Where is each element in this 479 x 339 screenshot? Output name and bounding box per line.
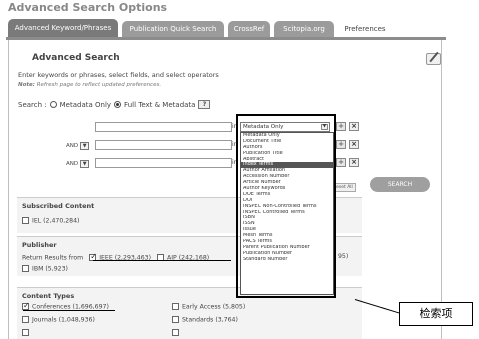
- ibm-label: IBM (5,923): [32, 265, 68, 273]
- content-type-option-3[interactable]: [22, 329, 32, 337]
- tab-advanced-keyword[interactable]: Advanced Keyword/Phrases: [8, 19, 118, 38]
- content-types-title: Content Types: [22, 292, 75, 300]
- search-term-input-3[interactable]: [95, 158, 232, 168]
- content-type-option-6[interactable]: [172, 329, 182, 337]
- remove-row-button-3[interactable]: ×: [349, 158, 359, 167]
- underline-annotation-conferences: [23, 310, 115, 311]
- return-results-label: Return Results from: [22, 254, 84, 262]
- early-access-option[interactable]: Early Access (5,805): [172, 303, 245, 311]
- add-row-button-1[interactable]: +: [336, 122, 346, 131]
- callout-label: 检索项: [399, 302, 473, 326]
- subscribed-content-title: Subscribed Content: [22, 202, 95, 210]
- operator-value-2: AND: [66, 142, 79, 149]
- search-scope-row: Search : Metadata Only Full Text & Metad…: [18, 100, 211, 109]
- iel-label: IEL (2,470,284): [32, 217, 80, 225]
- tab-scitopia[interactable]: Scitopia.org: [274, 21, 334, 37]
- highlight-box-annotation: [236, 114, 336, 298]
- publisher-title: Publisher: [22, 241, 57, 249]
- search-term-input-2[interactable]: [95, 140, 232, 150]
- publisher-partial-count: 95): [338, 253, 349, 260]
- standards-option[interactable]: Standards (3,764): [172, 316, 238, 324]
- search-term-input-1[interactable]: [95, 122, 232, 132]
- metadata-only-label: Metadata Only: [59, 100, 112, 109]
- help-button[interactable]: ?: [198, 100, 211, 109]
- standards-label: Standards (3,764): [182, 316, 238, 324]
- tab-publication-quick-search[interactable]: Publication Quick Search: [122, 21, 224, 37]
- note-label: Note:: [18, 82, 35, 88]
- underline-annotation: [93, 260, 231, 261]
- edit-icon[interactable]: [426, 53, 441, 65]
- tab-preferences[interactable]: Preferences: [340, 21, 390, 37]
- intro-text: Enter keywords or phrases, select fields…: [18, 71, 219, 79]
- advanced-search-heading: Advanced Search: [32, 53, 120, 63]
- search-label: Search :: [18, 100, 47, 109]
- journals-option[interactable]: Journals (1,048,936): [22, 316, 95, 324]
- operator-value-3: AND: [66, 160, 79, 167]
- journals-label: Journals (1,048,936): [32, 316, 95, 324]
- remove-row-button-1[interactable]: ×: [349, 122, 359, 131]
- ibm-checkbox[interactable]: [22, 265, 29, 272]
- remove-row-button-2[interactable]: ×: [349, 140, 359, 149]
- tab-crossref[interactable]: CrossRef: [228, 21, 270, 37]
- metadata-only-radio[interactable]: [49, 101, 57, 108]
- fulltext-metadata-label: Full Text & Metadata: [124, 100, 196, 109]
- add-row-button-2[interactable]: +: [336, 140, 346, 149]
- conferences-checkbox[interactable]: [22, 301, 30, 310]
- note-text: Note: Refresh page to reflect updated pr…: [18, 82, 161, 88]
- search-button[interactable]: SEARCH: [370, 177, 430, 192]
- note-body: Refresh page to reflect updated preferen…: [36, 82, 162, 88]
- fulltext-metadata-radio[interactable]: [114, 101, 122, 108]
- standards-checkbox[interactable]: [172, 316, 179, 323]
- early-access-label: Early Access (5,805): [182, 303, 246, 311]
- iel-option[interactable]: IEL (2,470,284): [22, 217, 79, 225]
- early-access-checkbox[interactable]: [172, 303, 179, 310]
- chevron-down-icon: ▼: [80, 159, 90, 168]
- chevron-down-icon: ▼: [80, 141, 90, 150]
- ibm-option[interactable]: IBM (5,923): [22, 265, 68, 273]
- content-type-checkbox-3[interactable]: [22, 329, 29, 336]
- journals-checkbox[interactable]: [22, 316, 29, 323]
- add-row-button-3[interactable]: +: [336, 158, 346, 167]
- page-title: Advanced Search Options: [8, 1, 168, 14]
- iel-checkbox[interactable]: [22, 217, 29, 224]
- content-type-checkbox-6[interactable]: [172, 329, 179, 336]
